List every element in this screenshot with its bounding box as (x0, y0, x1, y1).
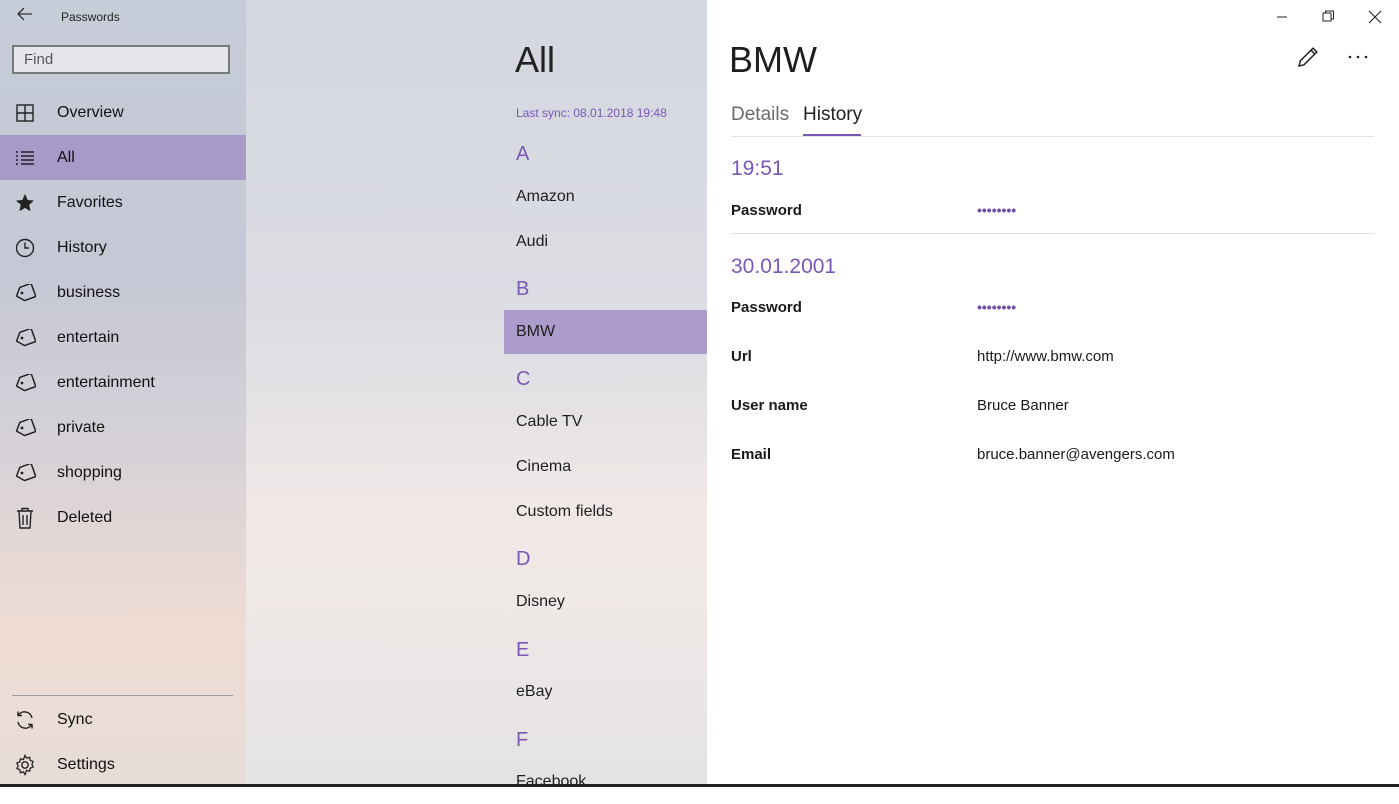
grid-icon (14, 102, 36, 124)
edit-button[interactable] (1296, 45, 1320, 69)
sidebar-item-favorites[interactable]: Favorites (0, 180, 246, 225)
sync-icon (14, 709, 36, 731)
tag-icon (14, 327, 36, 349)
username-value[interactable]: Bruce Banner (977, 397, 1069, 414)
clock-icon (14, 237, 36, 259)
last-sync-text: Last sync: 08.01.2018 19:48 (516, 106, 667, 120)
tag-icon (14, 417, 36, 439)
sidebar-item-entertain[interactable]: entertain (0, 315, 246, 360)
sidebar-item-all[interactable]: All (0, 135, 246, 180)
sidebar-item-label: shopping (57, 463, 122, 481)
sidebar-item-label: entertain (57, 328, 120, 346)
group-header[interactable]: C (516, 368, 530, 391)
sidebar-divider (12, 695, 233, 696)
field-label: Email (731, 446, 772, 463)
sidebar-item-label: entertainment (57, 373, 155, 391)
password-value[interactable]: •••••••• (977, 202, 1016, 218)
sidebar-item-label: All (57, 148, 75, 166)
search-input[interactable] (12, 45, 230, 74)
list-title: All (515, 39, 556, 80)
field-label: Password (731, 202, 802, 219)
more-icon (1348, 55, 1368, 59)
sidebar-item-settings[interactable]: Settings (0, 742, 246, 787)
tab-divider (731, 136, 1374, 137)
tag-icon (14, 282, 36, 304)
field-label: User name (731, 397, 808, 414)
back-button[interactable] (14, 7, 36, 27)
sidebar-item-deleted[interactable]: Deleted (0, 495, 246, 540)
sidebar-item-label: Overview (57, 103, 124, 121)
sidebar-item-overview[interactable]: Overview (0, 90, 246, 135)
history-timestamp: 30.01.2001 (731, 255, 837, 278)
app-title: Passwords (61, 10, 120, 24)
sidebar-item-shopping[interactable]: shopping (0, 450, 246, 495)
active-tab-indicator (803, 134, 861, 136)
trash-icon (14, 507, 36, 529)
pencil-icon (1297, 47, 1318, 68)
group-header[interactable]: B (516, 278, 529, 301)
group-header[interactable]: E (516, 639, 529, 662)
field-label: Password (731, 299, 802, 316)
more-button[interactable] (1345, 45, 1371, 69)
sidebar-item-label: Favorites (57, 193, 123, 211)
group-header[interactable]: F (516, 729, 528, 752)
sidebar-item-business[interactable]: business (0, 270, 246, 315)
tab-history[interactable]: History (803, 104, 862, 126)
sidebar-item-label: Sync (57, 710, 93, 728)
url-value[interactable]: http://www.bmw.com (977, 348, 1114, 365)
sidebar: Passwords Overview All Favorites History… (0, 0, 246, 787)
group-header[interactable]: D (516, 548, 530, 571)
sidebar-item-label: private (57, 418, 106, 436)
tab-details[interactable]: Details (731, 104, 789, 126)
password-value[interactable]: •••••••• (977, 299, 1016, 315)
history-separator (731, 233, 1374, 234)
sidebar-item-label: Settings (57, 755, 115, 773)
field-label: Url (731, 348, 752, 365)
tag-icon (14, 372, 36, 394)
back-arrow-icon (17, 7, 32, 21)
list-icon (14, 147, 36, 169)
email-value[interactable]: bruce.banner@avengers.com (977, 446, 1175, 463)
history-timestamp: 19:51 (731, 157, 784, 180)
close-button[interactable] (1365, 8, 1385, 26)
sidebar-item-private[interactable]: private (0, 405, 246, 450)
sidebar-item-sync[interactable]: Sync (0, 697, 246, 742)
tag-icon (14, 462, 36, 484)
sidebar-item-label: business (57, 283, 121, 301)
minimize-button[interactable] (1272, 8, 1292, 26)
sidebar-item-label: Deleted (57, 508, 113, 526)
star-icon (14, 192, 36, 214)
gear-icon (14, 753, 36, 776)
group-header[interactable]: A (516, 143, 529, 166)
restore-button[interactable] (1318, 8, 1338, 26)
restore-icon (1322, 10, 1334, 22)
minimize-icon (1277, 16, 1287, 18)
close-icon (1368, 10, 1382, 24)
sidebar-item-history[interactable]: History (0, 225, 246, 270)
entry-title: BMW (729, 39, 817, 80)
entry-list-pane: All Last sync: 08.01.2018 19:48 A Amazon… (246, 0, 940, 790)
sidebar-item-entertainment[interactable]: entertainment (0, 360, 246, 405)
sidebar-item-label: History (57, 238, 107, 256)
